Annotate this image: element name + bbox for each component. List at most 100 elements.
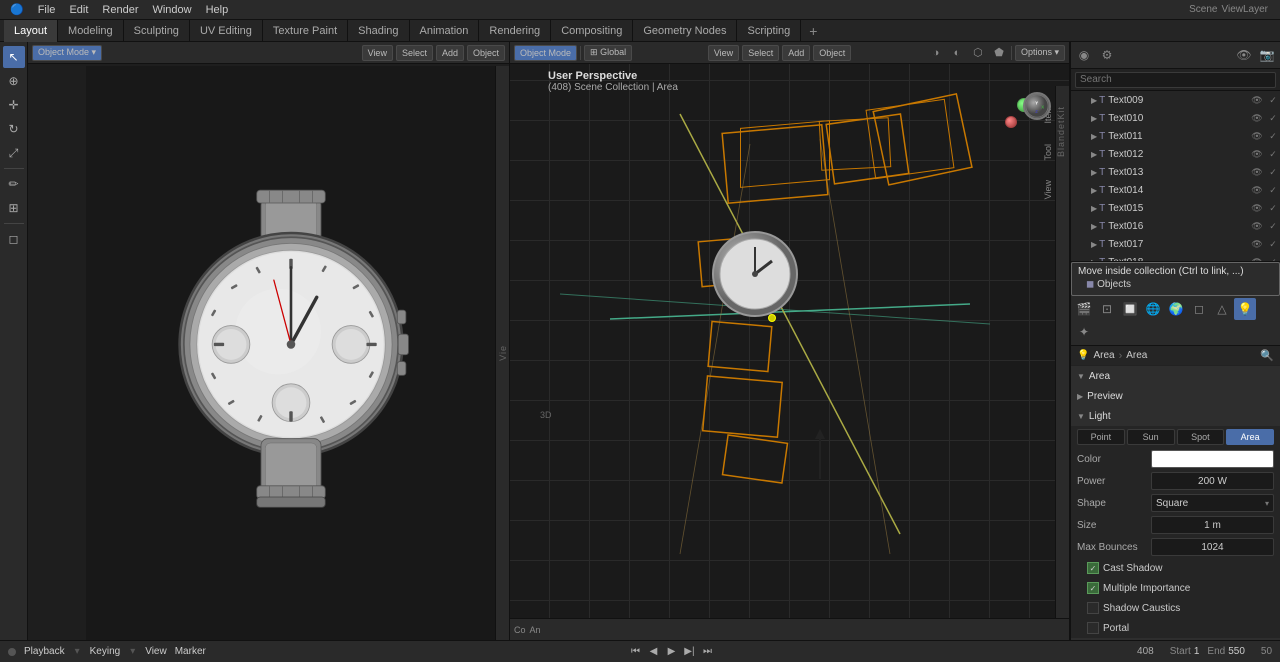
outliner-vis-icon[interactable]: 👁 xyxy=(1233,44,1255,66)
measure-tool[interactable]: ⊞ xyxy=(3,197,25,219)
jump-end-btn[interactable]: ⏭ xyxy=(699,644,715,660)
move-tool[interactable]: ✛ xyxy=(3,94,25,116)
vis-icon-eye[interactable]: 👁 xyxy=(1250,93,1264,107)
view-menu-btn[interactable]: View xyxy=(362,45,393,61)
outliner-item-text015[interactable]: ▶ T Text015 👁 ✓ xyxy=(1071,199,1280,217)
props-tab-particles[interactable]: ✦ xyxy=(1073,321,1095,343)
cursor-tool[interactable]: ⊕ xyxy=(3,70,25,92)
light-tab-sun[interactable]: Sun xyxy=(1127,429,1175,445)
outliner-search-input[interactable] xyxy=(1075,72,1276,88)
tab-geometry-nodes[interactable]: Geometry Nodes xyxy=(633,20,737,42)
mid-view-btn[interactable]: View xyxy=(708,45,739,61)
object-menu-btn[interactable]: Object xyxy=(467,45,505,61)
menu-render[interactable]: Render xyxy=(96,0,144,20)
props-tab-world[interactable]: 🌍 xyxy=(1165,298,1187,320)
tab-texture-paint[interactable]: Texture Paint xyxy=(263,20,348,42)
add-cube-tool[interactable]: ◻ xyxy=(3,228,25,250)
tab-sculpting[interactable]: Sculpting xyxy=(124,20,190,42)
mid-options-btn[interactable]: Options ▾ xyxy=(1015,45,1065,61)
outliner-item-text017[interactable]: ▶ T Text017 👁 ✓ xyxy=(1071,235,1280,253)
size-value[interactable]: 1 m xyxy=(1151,516,1274,534)
tab-modeling[interactable]: Modeling xyxy=(58,20,124,42)
vis-icon-check[interactable]: ✓ xyxy=(1266,93,1280,107)
prev-frame-btn[interactable]: ◀ xyxy=(645,644,661,660)
props-tab-view[interactable]: 🔲 xyxy=(1119,298,1141,320)
color-swatch[interactable] xyxy=(1151,450,1274,468)
outliner-item-text014[interactable]: ▶ T Text014 👁 ✓ xyxy=(1071,181,1280,199)
menu-help[interactable]: Help xyxy=(200,0,235,20)
shape-dropdown[interactable]: Square ▾ xyxy=(1151,494,1274,512)
end-value[interactable]: 550 xyxy=(1228,646,1245,657)
start-value[interactable]: 1 xyxy=(1194,646,1200,657)
props-search-icon[interactable]: 🔍 xyxy=(1260,349,1274,362)
tab-compositing[interactable]: Compositing xyxy=(551,20,633,42)
mid-add-btn[interactable]: Add xyxy=(782,45,810,61)
annotate-tool[interactable]: ✏ xyxy=(3,173,25,195)
props-tab-mesh[interactable]: △ xyxy=(1211,298,1233,320)
power-value[interactable]: 200 W xyxy=(1151,472,1274,490)
select-tool[interactable]: ↖ xyxy=(3,46,25,68)
object-mode-dropdown[interactable]: Object Mode ▾ xyxy=(32,45,102,61)
menu-edit[interactable]: Edit xyxy=(63,0,94,20)
viewport-shading-4[interactable]: ⬟ xyxy=(990,44,1008,62)
select-menu-btn[interactable]: Select xyxy=(396,45,433,61)
light-section-header[interactable]: ▼ Light xyxy=(1071,406,1280,426)
tab-shading[interactable]: Shading xyxy=(348,20,409,42)
add-menu-btn[interactable]: Add xyxy=(436,45,464,61)
outliner-item-text016[interactable]: ▶ T Text016 👁 ✓ xyxy=(1071,217,1280,235)
tab-rendering[interactable]: Rendering xyxy=(479,20,551,42)
outliner-filter-icon[interactable]: ⚙ xyxy=(1096,44,1118,66)
viewport-shading-1[interactable]: ◑ xyxy=(927,44,945,62)
outliner-item-text009[interactable]: ▶ T Text009 👁 ✓ xyxy=(1071,91,1280,109)
tab-scripting[interactable]: Scripting xyxy=(737,20,801,42)
vis-icon-eye[interactable]: 👁 xyxy=(1250,111,1264,125)
vis-icon-check[interactable]: ✓ xyxy=(1266,111,1280,125)
outliner-item-text013[interactable]: ▶ T Text013 👁 ✓ xyxy=(1071,163,1280,181)
menu-window[interactable]: Window xyxy=(146,0,197,20)
marker-label[interactable]: Marker xyxy=(175,646,206,657)
props-tab-object[interactable]: ◻ xyxy=(1188,298,1210,320)
outliner-item-text010[interactable]: ▶ T Text010 👁 ✓ xyxy=(1071,109,1280,127)
portal-checkbox[interactable] xyxy=(1087,622,1099,634)
props-tab-render[interactable]: 🎬 xyxy=(1073,298,1095,320)
tab-animation[interactable]: Animation xyxy=(410,20,480,42)
props-tab-output[interactable]: ⊡ xyxy=(1096,298,1118,320)
tooltip-objects-item[interactable]: ◼ Objects xyxy=(1078,277,1273,292)
light-tab-point[interactable]: Point xyxy=(1077,429,1125,445)
area-section-header[interactable]: ▼ Area xyxy=(1071,366,1280,386)
blender-logo-menu[interactable]: 🔵 xyxy=(4,0,30,20)
mid-object-mode-btn[interactable]: Object Mode xyxy=(514,45,577,61)
playback-label[interactable]: Playback xyxy=(24,646,65,657)
mid-select-btn[interactable]: Select xyxy=(742,45,779,61)
props-tab-material[interactable]: 💡 xyxy=(1234,298,1256,320)
tab-layout[interactable]: Layout xyxy=(4,20,58,42)
cast-shadow-checkbox[interactable]: ✓ xyxy=(1087,562,1099,574)
tab-uv-editing[interactable]: UV Editing xyxy=(190,20,263,42)
outliner-item-text012[interactable]: ▶ T Text012 👁 ✓ xyxy=(1071,145,1280,163)
mid-global-btn[interactable]: ⊞ Global xyxy=(584,45,632,61)
viewport-nav-sphere[interactable]: Y X Z xyxy=(1023,92,1051,120)
props-tab-scene[interactable]: 🌐 xyxy=(1142,298,1164,320)
view-label[interactable]: View xyxy=(145,646,167,657)
outliner-render-icon[interactable]: 📷 xyxy=(1256,44,1278,66)
jump-start-btn[interactable]: ⏮ xyxy=(627,644,643,660)
outliner-item-text018[interactable]: ▶ T Text018 👁 ✓ xyxy=(1071,253,1280,262)
keying-label[interactable]: Keying xyxy=(90,646,121,657)
outliner-object-icon[interactable]: ◉ xyxy=(1073,44,1095,66)
light-tab-spot[interactable]: Spot xyxy=(1177,429,1225,445)
play-btn[interactable]: ▶ xyxy=(663,644,679,660)
preview-section-header[interactable]: ▶ Preview xyxy=(1071,386,1280,406)
shadow-caustics-checkbox[interactable] xyxy=(1087,602,1099,614)
add-workspace-button[interactable]: + xyxy=(801,20,825,42)
viewport-shading-2[interactable]: ◐ xyxy=(948,44,966,62)
max-bounces-value[interactable]: 1024 xyxy=(1151,538,1274,556)
menu-file[interactable]: File xyxy=(32,0,62,20)
next-frame-btn[interactable]: ▶| xyxy=(681,644,697,660)
side-tab-view[interactable]: View xyxy=(1041,178,1055,201)
scale-tool[interactable]: ⤢ xyxy=(3,142,25,164)
rotate-tool[interactable]: ↻ xyxy=(3,118,25,140)
outliner-item-text011[interactable]: ▶ T Text011 👁 ✓ xyxy=(1071,127,1280,145)
viewport-shading-3[interactable]: ⬡ xyxy=(969,44,987,62)
mid-object-btn[interactable]: Object xyxy=(813,45,851,61)
light-tab-area[interactable]: Area xyxy=(1226,429,1274,445)
